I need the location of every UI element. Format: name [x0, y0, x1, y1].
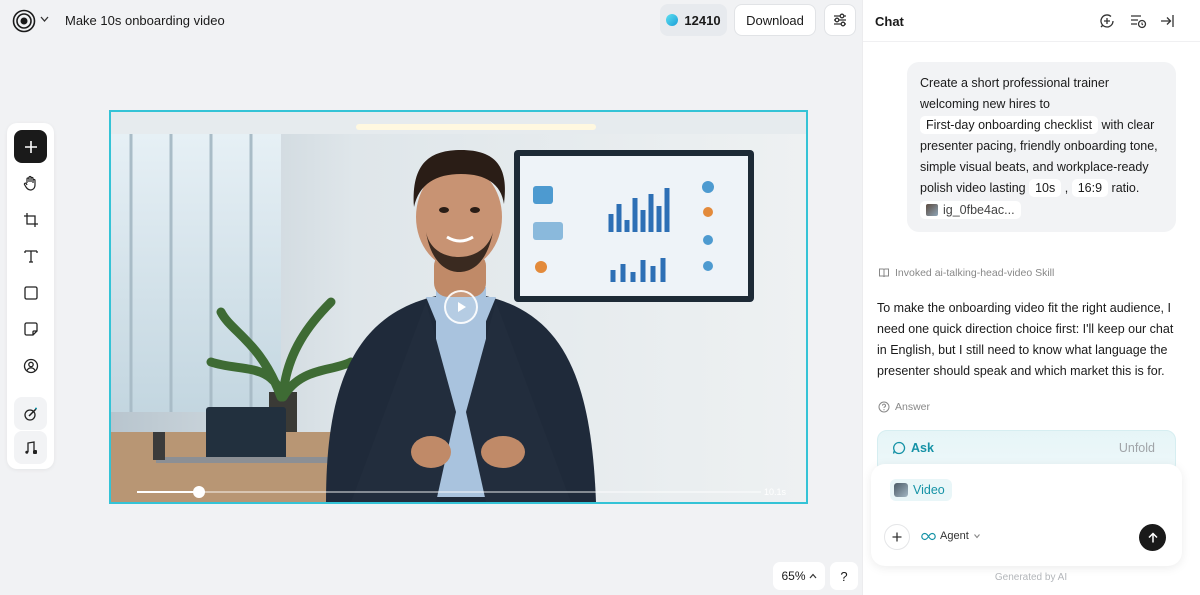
message-composer[interactable]: Video Agent: [871, 464, 1182, 566]
chat-title: Chat: [875, 14, 904, 29]
project-title[interactable]: Make 10s onboarding video: [65, 13, 225, 28]
zoom-control[interactable]: 65%: [773, 562, 825, 590]
ratio-chip[interactable]: 16:9: [1071, 179, 1109, 197]
reference-image-name: ig_0fbe4ac...: [943, 203, 1015, 217]
agent-label: Agent: [940, 530, 969, 542]
text-tool-button[interactable]: [14, 239, 47, 272]
user-message-line: simple visual beats, and workplace-ready: [920, 160, 1149, 174]
chat-header: Chat: [863, 0, 1200, 42]
crop-tool-button[interactable]: [14, 203, 47, 236]
user-message-line: presenter pacing, friendly onboarding to…: [920, 139, 1158, 153]
send-button[interactable]: [1139, 524, 1166, 551]
download-button[interactable]: Download: [734, 4, 816, 36]
history-icon[interactable]: [1129, 12, 1147, 30]
music-tool-button[interactable]: [14, 431, 47, 464]
assistant-message: To make the onboarding video fit the rig…: [877, 301, 1174, 378]
reference-image-thumb: [926, 204, 938, 216]
user-message-line: Create a short professional trainer: [920, 76, 1109, 90]
reference-image-chip[interactable]: ig_0fbe4ac...: [920, 201, 1021, 219]
logo-menu-chevron-icon[interactable]: [40, 14, 49, 25]
user-circle-icon: [23, 358, 38, 373]
left-toolbar: [7, 123, 54, 469]
video-mode-chip[interactable]: Video: [890, 479, 952, 501]
duration-chip[interactable]: 10s: [1029, 179, 1062, 197]
credits-drop-icon: [666, 14, 679, 26]
app-logo-icon[interactable]: [12, 9, 36, 33]
add-tool-button[interactable]: [14, 130, 47, 163]
agent-selector[interactable]: Agent: [921, 530, 981, 542]
chevron-down-icon: [973, 534, 980, 539]
plus-icon: [24, 140, 37, 153]
logo-spiral-icon: [12, 9, 36, 33]
generated-by-ai-note: Generated by AI: [994, 572, 1068, 583]
sliders-icon: [834, 13, 846, 27]
credits-count: 12410: [684, 12, 721, 28]
help-button[interactable]: ?: [830, 562, 858, 590]
ask-header: Ask: [892, 441, 934, 455]
chat-bubble-icon: [892, 441, 906, 455]
question-circle-icon: [878, 401, 890, 413]
user-message-bubble: Create a short professional trainer welc…: [907, 62, 1176, 232]
play-icon: [458, 302, 466, 312]
magic-brush-tool-button[interactable]: [14, 397, 47, 430]
arrow-up-icon: [1147, 531, 1158, 542]
crop-frame-icon: [23, 212, 38, 227]
zoom-value: 65%: [781, 569, 806, 583]
text-t-icon: [23, 249, 38, 263]
unfold-button[interactable]: Unfold: [1119, 441, 1155, 455]
rectangle-tool-button[interactable]: [14, 276, 47, 309]
user-message-line: First-day onboarding checklist with clea…: [920, 115, 1163, 136]
user-message-line: polish video lasting 10s , 16:9 ratio.: [920, 179, 1140, 197]
user-message-line: welcoming new hires to: [920, 97, 1050, 111]
ask-label: Ask: [911, 441, 934, 455]
answer-label-line: Answer: [878, 401, 930, 413]
progress-fill: [137, 491, 200, 493]
sticky-note-tool-button[interactable]: [14, 312, 47, 345]
new-chat-icon[interactable]: [1098, 12, 1116, 30]
video-chip-label: Video: [913, 483, 945, 497]
square-icon: [23, 285, 38, 300]
music-note-icon: [24, 440, 37, 454]
answer-label: Answer: [895, 401, 931, 413]
collapse-panel-icon[interactable]: [1158, 12, 1176, 30]
skill-invoked-line: Invoked ai-talking-head-video Skill: [878, 267, 1054, 279]
infinity-icon: [921, 532, 936, 540]
video-duration: 10.1s: [763, 487, 786, 497]
video-preview[interactable]: 10.1s: [109, 110, 808, 504]
attach-button[interactable]: [884, 524, 910, 550]
plus-icon: [892, 532, 902, 542]
sticky-note-icon: [23, 321, 38, 336]
progress-scrubber[interactable]: [137, 486, 761, 498]
credits-badge[interactable]: 12410: [660, 4, 727, 36]
avatar-tool-button[interactable]: [14, 349, 47, 382]
hand-icon: [23, 175, 36, 191]
hand-tool-button[interactable]: [14, 166, 47, 199]
play-button[interactable]: [444, 290, 478, 324]
topic-chip[interactable]: First-day onboarding checklist: [920, 116, 1099, 134]
skill-invoked-text: Invoked ai-talking-head-video Skill: [895, 267, 1055, 279]
settings-sliders-button[interactable]: [824, 4, 856, 36]
chevron-up-icon: [809, 573, 816, 579]
magic-brush-icon: [23, 407, 37, 421]
video-chip-thumb: [894, 483, 908, 497]
book-icon: [879, 268, 889, 278]
